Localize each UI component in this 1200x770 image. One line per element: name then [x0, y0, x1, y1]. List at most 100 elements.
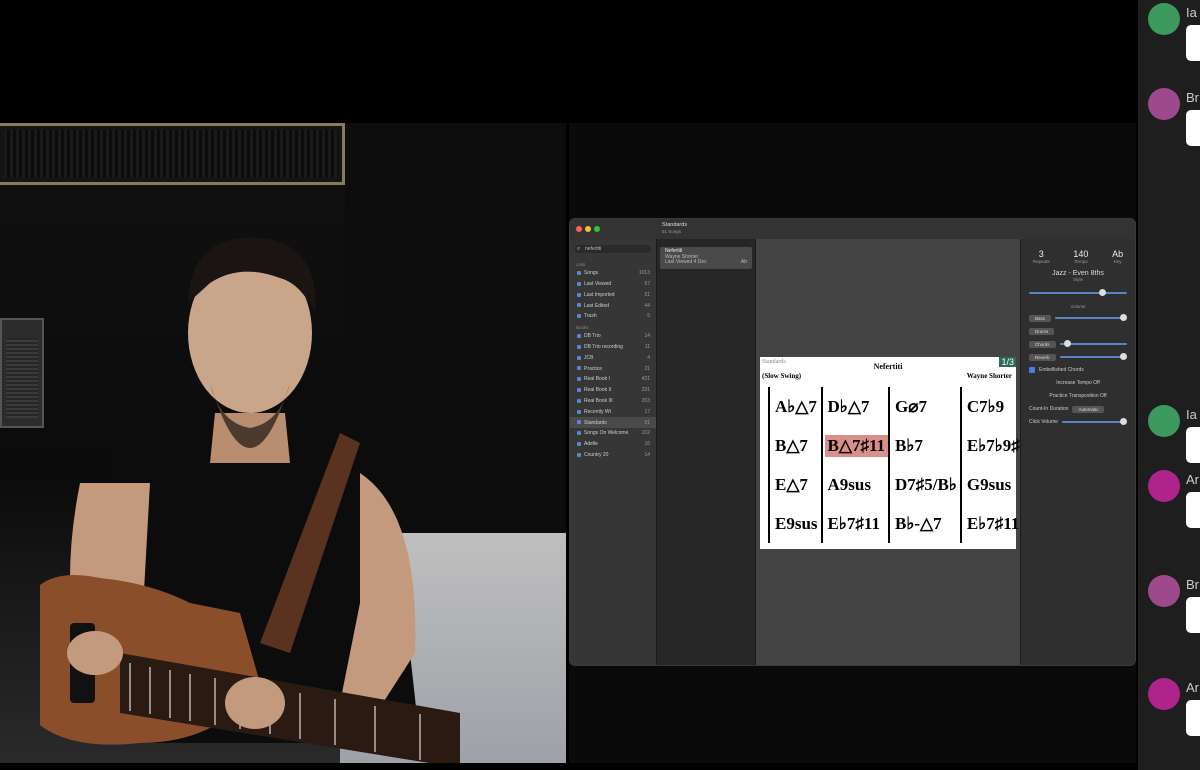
sidebar-item[interactable]: Last Edited 44	[570, 300, 656, 311]
sidebar-item[interactable]: Real Book II 231	[570, 385, 656, 396]
sidebar-item[interactable]: Trash 5	[570, 311, 656, 322]
close-window-button[interactable]	[576, 226, 582, 232]
sidebar-item-count: 421	[641, 376, 650, 383]
chart-view: Standards 1/3 Nefertiti (Slow Swing) Way…	[756, 239, 1039, 665]
repeats-control[interactable]: 3 Repeats	[1033, 249, 1050, 264]
sidebar-item-count: 231	[641, 387, 650, 394]
song-row[interactable]: Nefertiti Wayne Shorter Last Viewed 4 De…	[660, 247, 752, 269]
volume-slider[interactable]	[1029, 288, 1127, 298]
click-volume-control[interactable]: Click Volume	[1029, 418, 1127, 426]
window-title: Standards	[662, 222, 688, 228]
sidebar-item[interactable]: DB Trio 14	[570, 331, 656, 342]
click-volume-label: Click Volume	[1029, 419, 1058, 425]
key-control[interactable]: Ab Key	[1112, 249, 1123, 264]
sidebar-section-books: Books	[576, 324, 589, 330]
key-label: Key	[1113, 259, 1122, 264]
sidebar-item[interactable]: Songs 1013	[570, 268, 656, 279]
sidebar-item-label: Adelle	[584, 441, 598, 448]
avatar[interactable]	[1148, 3, 1180, 35]
sidebar-item-count: 17	[644, 408, 650, 415]
sidebar-item-label: Songs On Welcome	[584, 430, 629, 437]
sidebar-item-count: 16	[644, 441, 650, 448]
sidebar-item[interactable]: JCB 4	[570, 353, 656, 364]
chord-symbol: B♭7	[895, 435, 923, 455]
count-in-value: Automatic	[1072, 405, 1105, 413]
sidebar-item[interactable]: Standards 51	[570, 417, 656, 429]
embellished-chords-checkbox[interactable]: Embellished Chords	[1029, 366, 1127, 374]
tempo-control[interactable]: 140 Tempo	[1073, 249, 1088, 264]
sidebar-item[interactable]: Last Viewed 57	[570, 279, 656, 290]
sidebar-item[interactable]: Real Book III 203	[570, 396, 656, 407]
window-subtitle: 51 Songs	[662, 229, 682, 234]
style-name[interactable]: Jazz - Even 8ths	[1021, 270, 1135, 277]
chord-symbol: E9sus	[775, 513, 818, 533]
avatar[interactable]	[1148, 88, 1180, 120]
sidebar-item-count: 57	[644, 280, 650, 287]
transposition-toggle[interactable]: Practice Transposition Off	[1029, 392, 1127, 400]
chord-cell[interactable]: G⌀7	[888, 387, 960, 426]
chord-cell[interactable]: E△7	[768, 465, 821, 504]
participant-name: Ia	[1186, 407, 1197, 422]
bass-control[interactable]: Bass	[1029, 314, 1127, 322]
drums-control[interactable]: Drums	[1029, 327, 1127, 335]
search-input[interactable]: nefertiti	[575, 245, 651, 253]
message-bubble	[1186, 492, 1200, 528]
sidebar-item[interactable]: Recently Wt 17	[570, 407, 656, 418]
sidebar-item[interactable]: Last Imported 51	[570, 290, 656, 301]
avatar[interactable]	[1148, 405, 1180, 437]
message-bubble	[1186, 597, 1200, 633]
sidebar-item[interactable]: Songs On Welcome 102	[570, 428, 656, 439]
chord-symbol: B♭-△7	[895, 513, 942, 533]
avatar[interactable]	[1148, 470, 1180, 502]
sidebar-item-count: 21	[644, 365, 650, 372]
participant-name: Ar	[1186, 472, 1199, 487]
sidebar-item-count: 44	[644, 302, 650, 309]
chord-cell[interactable]: A♭△7	[768, 387, 821, 426]
sidebar-item-count: 102	[641, 430, 650, 437]
chord-symbol: G9sus	[966, 474, 1012, 494]
chord-cell[interactable]: B△7♯11	[820, 426, 889, 465]
chord-cell[interactable]: E9sus	[768, 504, 821, 543]
sidebar-item-count: 14	[644, 333, 650, 340]
minimize-window-button[interactable]	[585, 226, 591, 232]
sidebar-item-label: Last Imported	[584, 291, 615, 298]
chords-control[interactable]: Chords	[1029, 340, 1127, 348]
song-list: Nefertiti Wayne Shorter Last Viewed 4 De…	[656, 239, 756, 665]
chord-cell[interactable]: B♭7	[888, 426, 960, 465]
chord-cell[interactable]: D7♯5/B♭	[888, 465, 960, 504]
chord-symbol: B△7♯11	[824, 434, 889, 457]
chord-symbol: A♭△7	[775, 396, 817, 416]
chord-cell[interactable]: A9sus	[820, 465, 888, 504]
song-composer: Wayne Shorter	[966, 372, 1012, 380]
participant-name: Br	[1186, 90, 1199, 105]
chord-symbol: D♭△7	[827, 396, 870, 416]
chord-cell[interactable]: D♭△7	[820, 387, 888, 426]
amplifier	[0, 318, 44, 428]
chords-label: Chords	[1029, 340, 1056, 348]
avatar[interactable]	[1148, 575, 1180, 607]
sidebar-item[interactable]: DB Trio recording 11	[570, 342, 656, 353]
chord-cell[interactable]: B△7	[768, 426, 821, 465]
tempo-value: 140	[1073, 249, 1089, 259]
screen-share: Standards 51 Songs nefertiti Lists Songs…	[569, 123, 1136, 763]
tempo-increase-toggle[interactable]: Increase Tempo Off	[1029, 379, 1127, 387]
chat-sidebar: Ia Br Ia Ar Br Ar	[1138, 0, 1200, 770]
chord-symbol: D7♯5/B♭	[895, 474, 957, 494]
sidebar-item[interactable]: Adelle 16	[570, 439, 656, 450]
chord-symbol: E△7	[775, 474, 808, 494]
avatar[interactable]	[1148, 678, 1180, 710]
sidebar-item[interactable]: Real Book I 421	[570, 374, 656, 385]
sidebar-item[interactable]: Country 20 14	[570, 450, 656, 461]
bass-label: Bass	[1029, 314, 1052, 322]
count-in-select[interactable]: Count-In Duration Automatic	[1029, 405, 1127, 413]
sidebar-item[interactable]: Practice 21	[570, 363, 656, 374]
embellished-chords-label: Embellished Chords	[1039, 367, 1084, 373]
chord-cell[interactable]: B♭-△7	[888, 504, 960, 543]
chord-cell[interactable]: E♭7♯11	[820, 504, 888, 543]
style-label: Style	[1072, 277, 1083, 282]
drums-label: Drums	[1029, 327, 1055, 335]
tempo-increase-label: Increase Tempo Off	[1056, 380, 1100, 386]
zoom-window-button[interactable]	[594, 226, 600, 232]
chord-symbol: A9sus	[827, 474, 871, 494]
reverb-control[interactable]: Reverb	[1029, 353, 1127, 361]
